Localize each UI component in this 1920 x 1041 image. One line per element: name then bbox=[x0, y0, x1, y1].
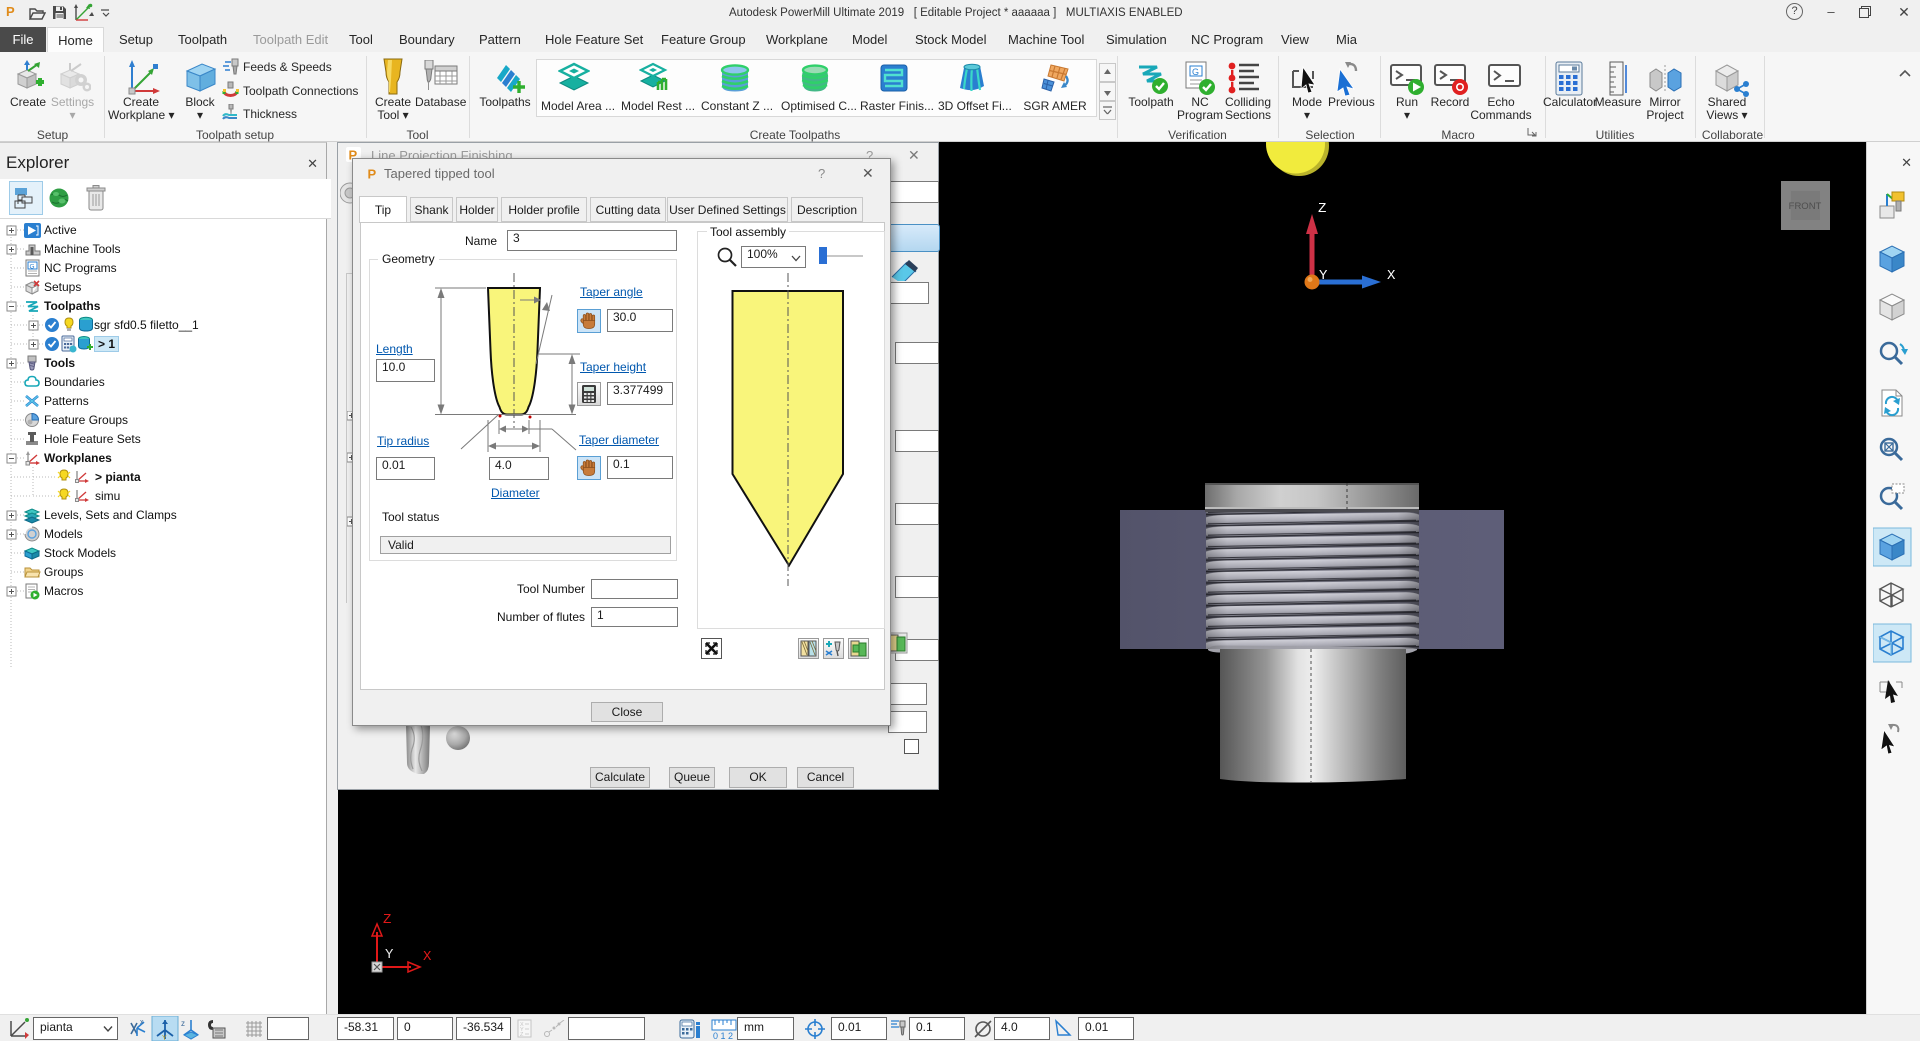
svg-text:Y: Y bbox=[1319, 268, 1328, 284]
svg-text:x: x bbox=[140, 1019, 144, 1026]
svg-text:P: P bbox=[6, 4, 15, 19]
svg-text:FRONT: FRONT bbox=[1789, 201, 1822, 212]
svg-text:0 1 2: 0 1 2 bbox=[713, 1031, 733, 1040]
svg-text:X: X bbox=[1387, 268, 1396, 284]
svg-text:Z: Z bbox=[1318, 201, 1326, 217]
svg-text:X: X bbox=[423, 949, 432, 965]
svg-text:Y: Y bbox=[385, 947, 394, 963]
svg-text:G: G bbox=[1192, 67, 1199, 77]
svg-text:G: G bbox=[30, 264, 35, 271]
svg-text:Y: Y bbox=[162, 1035, 167, 1041]
svg-text:z: z bbox=[181, 1019, 185, 1028]
svg-text:Z: Z bbox=[383, 912, 391, 928]
